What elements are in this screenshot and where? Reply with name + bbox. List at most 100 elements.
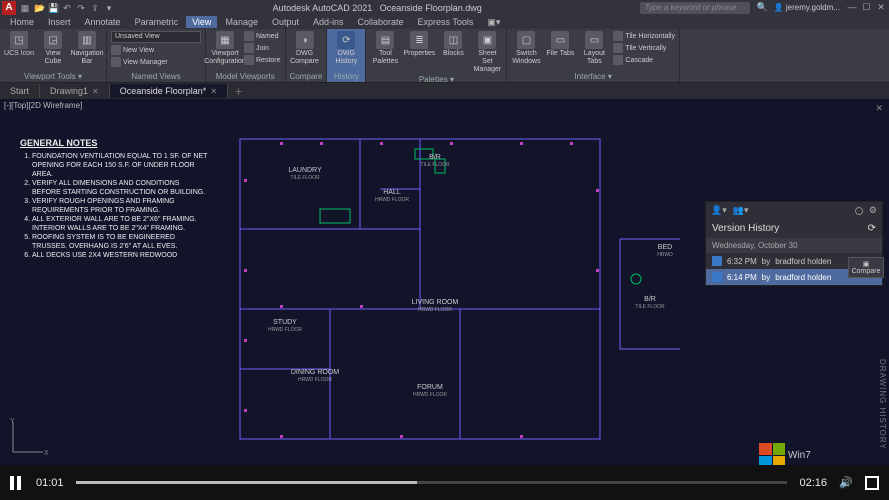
dwg-history-label: DWG History xyxy=(331,50,361,66)
doctab-start-label: Start xyxy=(10,86,29,96)
view-cube-button[interactable]: ◲View Cube xyxy=(38,31,68,66)
status-dot-icon xyxy=(855,207,863,215)
layout-tabs-button[interactable]: ▭Layout Tabs xyxy=(579,31,609,66)
tab-output[interactable]: Output xyxy=(266,16,305,28)
note-item: ALL EXTERIOR WALL ARE TO BE 2"X6" FRAMIN… xyxy=(32,215,210,233)
properties-button[interactable]: ≣Properties xyxy=(404,31,434,58)
close-icon[interactable]: ✕ xyxy=(210,87,217,96)
room-dining: DINING ROOM xyxy=(291,369,339,376)
panel-close-icon[interactable]: ✕ xyxy=(875,103,883,114)
tab-parametric[interactable]: Parametric xyxy=(129,16,185,28)
svg-text:HRWD FLOOR: HRWD FLOOR xyxy=(418,307,452,313)
svg-text:TILE FLOOR: TILE FLOOR xyxy=(420,162,450,168)
tab-insert[interactable]: Insert xyxy=(42,16,77,28)
nav-bar-label: Navigation Bar xyxy=(70,50,103,66)
version-by: by xyxy=(762,273,770,282)
qat-new-icon[interactable]: ▦ xyxy=(20,3,30,13)
tab-collaborate[interactable]: Collaborate xyxy=(352,16,410,28)
viewport-config-button[interactable]: ▦Viewport Configuration xyxy=(210,31,240,66)
drawing-canvas[interactable]: [-][Top][2D Wireframe] GENERAL NOTES FOU… xyxy=(0,99,889,465)
qat-redo-icon[interactable]: ↷ xyxy=(76,3,86,13)
viewport-restore-button[interactable]: Restore xyxy=(244,55,281,65)
rgroup-title-named: Named Views xyxy=(111,71,201,81)
dwg-history-button[interactable]: ⟳DWG History xyxy=(331,31,361,66)
cascade-label: Cascade xyxy=(625,57,653,64)
room-br1: B/R xyxy=(429,154,441,161)
blocks-button[interactable]: ◫Blocks xyxy=(438,31,468,58)
version-time: 6:14 PM xyxy=(727,273,757,282)
progress-bar[interactable] xyxy=(76,481,788,484)
switch-windows-label: Switch Windows xyxy=(511,50,541,66)
doctab-oceanside[interactable]: Oceanside Floorplan*✕ xyxy=(110,84,228,98)
dwg-compare-button[interactable]: ◑DWG Compare xyxy=(290,31,320,66)
view-manager-label: View Manager xyxy=(123,59,168,66)
file-tabs-button[interactable]: ▭File Tabs xyxy=(545,31,575,58)
room-laundry: LAUNDRY xyxy=(288,167,322,174)
video-controls: 01:01 02:16 🔊 xyxy=(0,465,889,500)
qat-undo-icon[interactable]: ↶ xyxy=(62,3,72,13)
switch-windows-button[interactable]: ▢Switch Windows xyxy=(511,31,541,66)
rgroup-model-viewports: ▦Viewport Configuration Named Join Resto… xyxy=(206,29,286,82)
new-view-button[interactable]: New View xyxy=(111,45,201,55)
tab-featured[interactable]: ▣▾ xyxy=(481,16,506,29)
settings-icon[interactable]: ⚙ xyxy=(869,205,877,216)
note-item: VERIFY ALL DIMENSIONS AND CONDITIONS BEF… xyxy=(32,179,210,197)
minimize-button[interactable]: — xyxy=(846,2,858,12)
qat-open-icon[interactable]: 📂 xyxy=(34,3,44,13)
filter-group-icon[interactable]: 👥▾ xyxy=(733,205,749,216)
close-icon[interactable]: ✕ xyxy=(92,87,99,96)
svg-text:TILE FLOOR: TILE FLOOR xyxy=(290,175,320,181)
qat-share-icon[interactable]: ⇪ xyxy=(90,3,100,13)
rgroup-history: ⟳DWG History History xyxy=(327,29,366,82)
tab-manage[interactable]: Manage xyxy=(219,16,264,28)
user-menu[interactable]: 👤 jeremy.goldm... xyxy=(774,3,840,12)
note-item: VERIFY ROUGH OPENINGS AND FRAMING REQUIR… xyxy=(32,197,210,215)
viewport-join-button[interactable]: Join xyxy=(244,43,281,53)
tab-home[interactable]: Home xyxy=(4,16,40,28)
note-item: ALL DECKS USE 2X4 WESTERN REDWOOD xyxy=(32,251,210,260)
svg-text:TILE FLOOR: TILE FLOOR xyxy=(635,304,665,310)
tile-vertical-button[interactable]: Tile Vertically xyxy=(613,43,675,53)
refresh-icon[interactable]: ⟳ xyxy=(868,223,876,234)
version-author: bradford holden xyxy=(775,257,831,266)
close-button[interactable]: ✕ xyxy=(875,2,887,13)
svg-text:HRWD FLOOR: HRWD FLOOR xyxy=(413,392,447,398)
tab-addins[interactable]: Add-ins xyxy=(307,16,350,28)
room-living: LIVING ROOM xyxy=(412,299,459,306)
sheet-set-label: Sheet Set Manager xyxy=(472,50,502,74)
doctab-start[interactable]: Start xyxy=(0,84,40,98)
version-author: bradford holden xyxy=(775,273,831,282)
version-time: 6:32 PM xyxy=(727,257,757,266)
viewport-named-button[interactable]: Named xyxy=(244,31,281,41)
tool-palettes-button[interactable]: ▤Tool Palettes xyxy=(370,31,400,66)
doctab-drawing1[interactable]: Drawing1✕ xyxy=(40,84,110,98)
volume-icon[interactable]: 🔊 xyxy=(839,476,853,490)
vp-restore-label: Restore xyxy=(256,57,281,64)
cascade-button[interactable]: Cascade xyxy=(613,55,675,65)
tab-annotate[interactable]: Annotate xyxy=(79,16,127,28)
qat-save-icon[interactable]: 💾 xyxy=(48,3,58,13)
qat-more-icon[interactable]: ▾ xyxy=(104,3,114,13)
compare-icon: ▣ xyxy=(849,260,883,268)
pause-button[interactable] xyxy=(10,476,24,490)
viewport-label[interactable]: [-][Top][2D Wireframe] xyxy=(4,101,82,110)
sheet-set-button[interactable]: ▣Sheet Set Manager xyxy=(472,31,502,74)
fullscreen-icon[interactable] xyxy=(865,476,879,490)
tile-horizontal-button[interactable]: Tile Horizontally xyxy=(613,31,675,41)
filter-user-icon[interactable]: 👤▾ xyxy=(711,205,727,216)
compare-button[interactable]: ▣ Compare xyxy=(848,257,884,278)
view-combo[interactable]: Unsaved View xyxy=(111,31,201,43)
drawing-history-label[interactable]: DRAWING HISTORY xyxy=(878,359,887,450)
signin-icon[interactable]: 🔍 xyxy=(756,2,767,13)
tab-view[interactable]: View xyxy=(186,16,217,28)
nav-bar-button[interactable]: ▥Navigation Bar xyxy=(72,31,102,66)
tab-express[interactable]: Express Tools xyxy=(412,16,480,28)
compare-label: Compare xyxy=(849,268,883,275)
view-manager-button[interactable]: View Manager xyxy=(111,57,201,67)
search-input[interactable]: Type a keyword or phrase xyxy=(640,2,750,14)
ucs-icon-button[interactable]: ◳UCS Icon xyxy=(4,31,34,58)
svg-text:HRWD FLOOR: HRWD FLOOR xyxy=(268,327,302,333)
new-tab-button[interactable]: ＋ xyxy=(228,85,249,98)
file-icon xyxy=(712,272,722,282)
maximize-button[interactable]: ☐ xyxy=(860,2,872,13)
